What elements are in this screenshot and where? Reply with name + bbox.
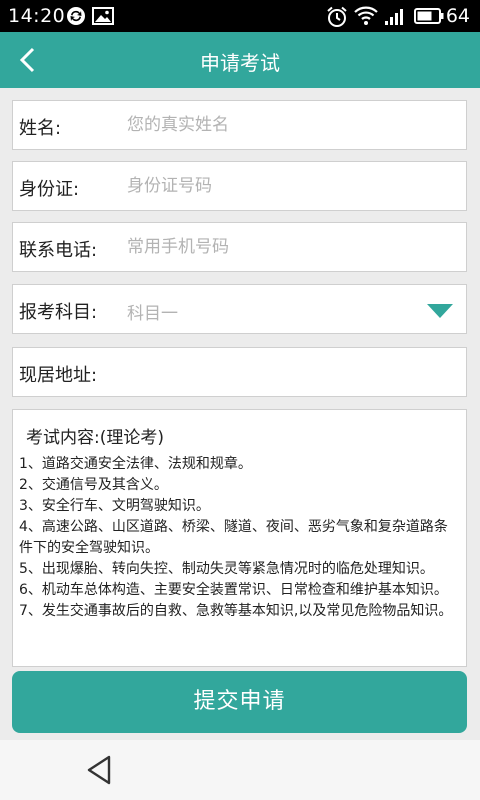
battery-icon <box>414 8 444 24</box>
page-title: 申请考试 <box>200 51 280 75</box>
list-item: 4、高速公路、山区道路、桥梁、隧道、夜间、恶劣气象和复杂道路条件下的安全驾驶知识… <box>19 519 448 556</box>
battery-percent: 64 <box>445 5 470 27</box>
name-input[interactable] <box>127 110 447 140</box>
address-input[interactable] <box>127 357 447 387</box>
subject-selected-value: 科目一 <box>127 304 178 324</box>
sync-icon <box>67 7 85 25</box>
triangle-back-icon[interactable] <box>84 754 114 786</box>
phone-field: 联系电话: <box>12 222 467 272</box>
list-item: 6、机动车总体构造、主要安全装置常识、日常检查和维护基本知识。 <box>19 582 448 598</box>
list-item: 3、安全行车、文明驾驶知识。 <box>19 498 210 514</box>
exam-content-heading: 考试内容:(理论考) <box>26 428 164 448</box>
subject-select[interactable]: 报考科目: 科目一 <box>12 284 467 334</box>
wifi-icon <box>354 6 378 25</box>
submit-button[interactable]: 提交申请 <box>12 671 467 733</box>
list-item: 2、交通信号及其含义。 <box>19 477 168 493</box>
address-field: 现居地址: <box>12 347 467 397</box>
name-field: 姓名: <box>12 100 467 150</box>
list-item: 1、道路交通安全法律、法规和规章。 <box>19 456 252 472</box>
alarm-icon <box>327 6 347 27</box>
list-item: 5、出现爆胎、转向失控、制动失灵等紧急情况时的临危处理知识。 <box>19 561 434 577</box>
image-icon <box>92 7 114 25</box>
exam-content-list: 1、道路交通安全法律、法规和规章。 2、交通信号及其含义。 3、安全行车、文明驾… <box>19 454 456 622</box>
list-item: 7、发生交通事故后的自救、急救等基本知识,以及常见危险物品知识。 <box>19 603 453 619</box>
name-label: 姓名: <box>19 118 62 139</box>
app-bar: 申请考试 <box>0 32 480 88</box>
id-card-field: 身份证: <box>12 161 467 211</box>
signal-icon <box>385 9 403 25</box>
subject-label: 报考科目: <box>19 302 98 323</box>
phone-input[interactable] <box>127 232 447 262</box>
address-label: 现居地址: <box>19 365 98 386</box>
exam-content-panel[interactable]: 考试内容:(理论考) 1、道路交通安全法律、法规和规章。 2、交通信号及其含义。… <box>12 409 467 667</box>
navigation-bar <box>0 740 480 800</box>
id-card-input[interactable] <box>127 171 447 201</box>
dropdown-triangle-icon[interactable] <box>426 303 454 319</box>
phone-label: 联系电话: <box>19 240 98 261</box>
id-card-label: 身份证: <box>19 179 80 200</box>
status-time: 14:20 <box>8 5 66 27</box>
status-bar: 14:20 64 <box>0 0 480 32</box>
